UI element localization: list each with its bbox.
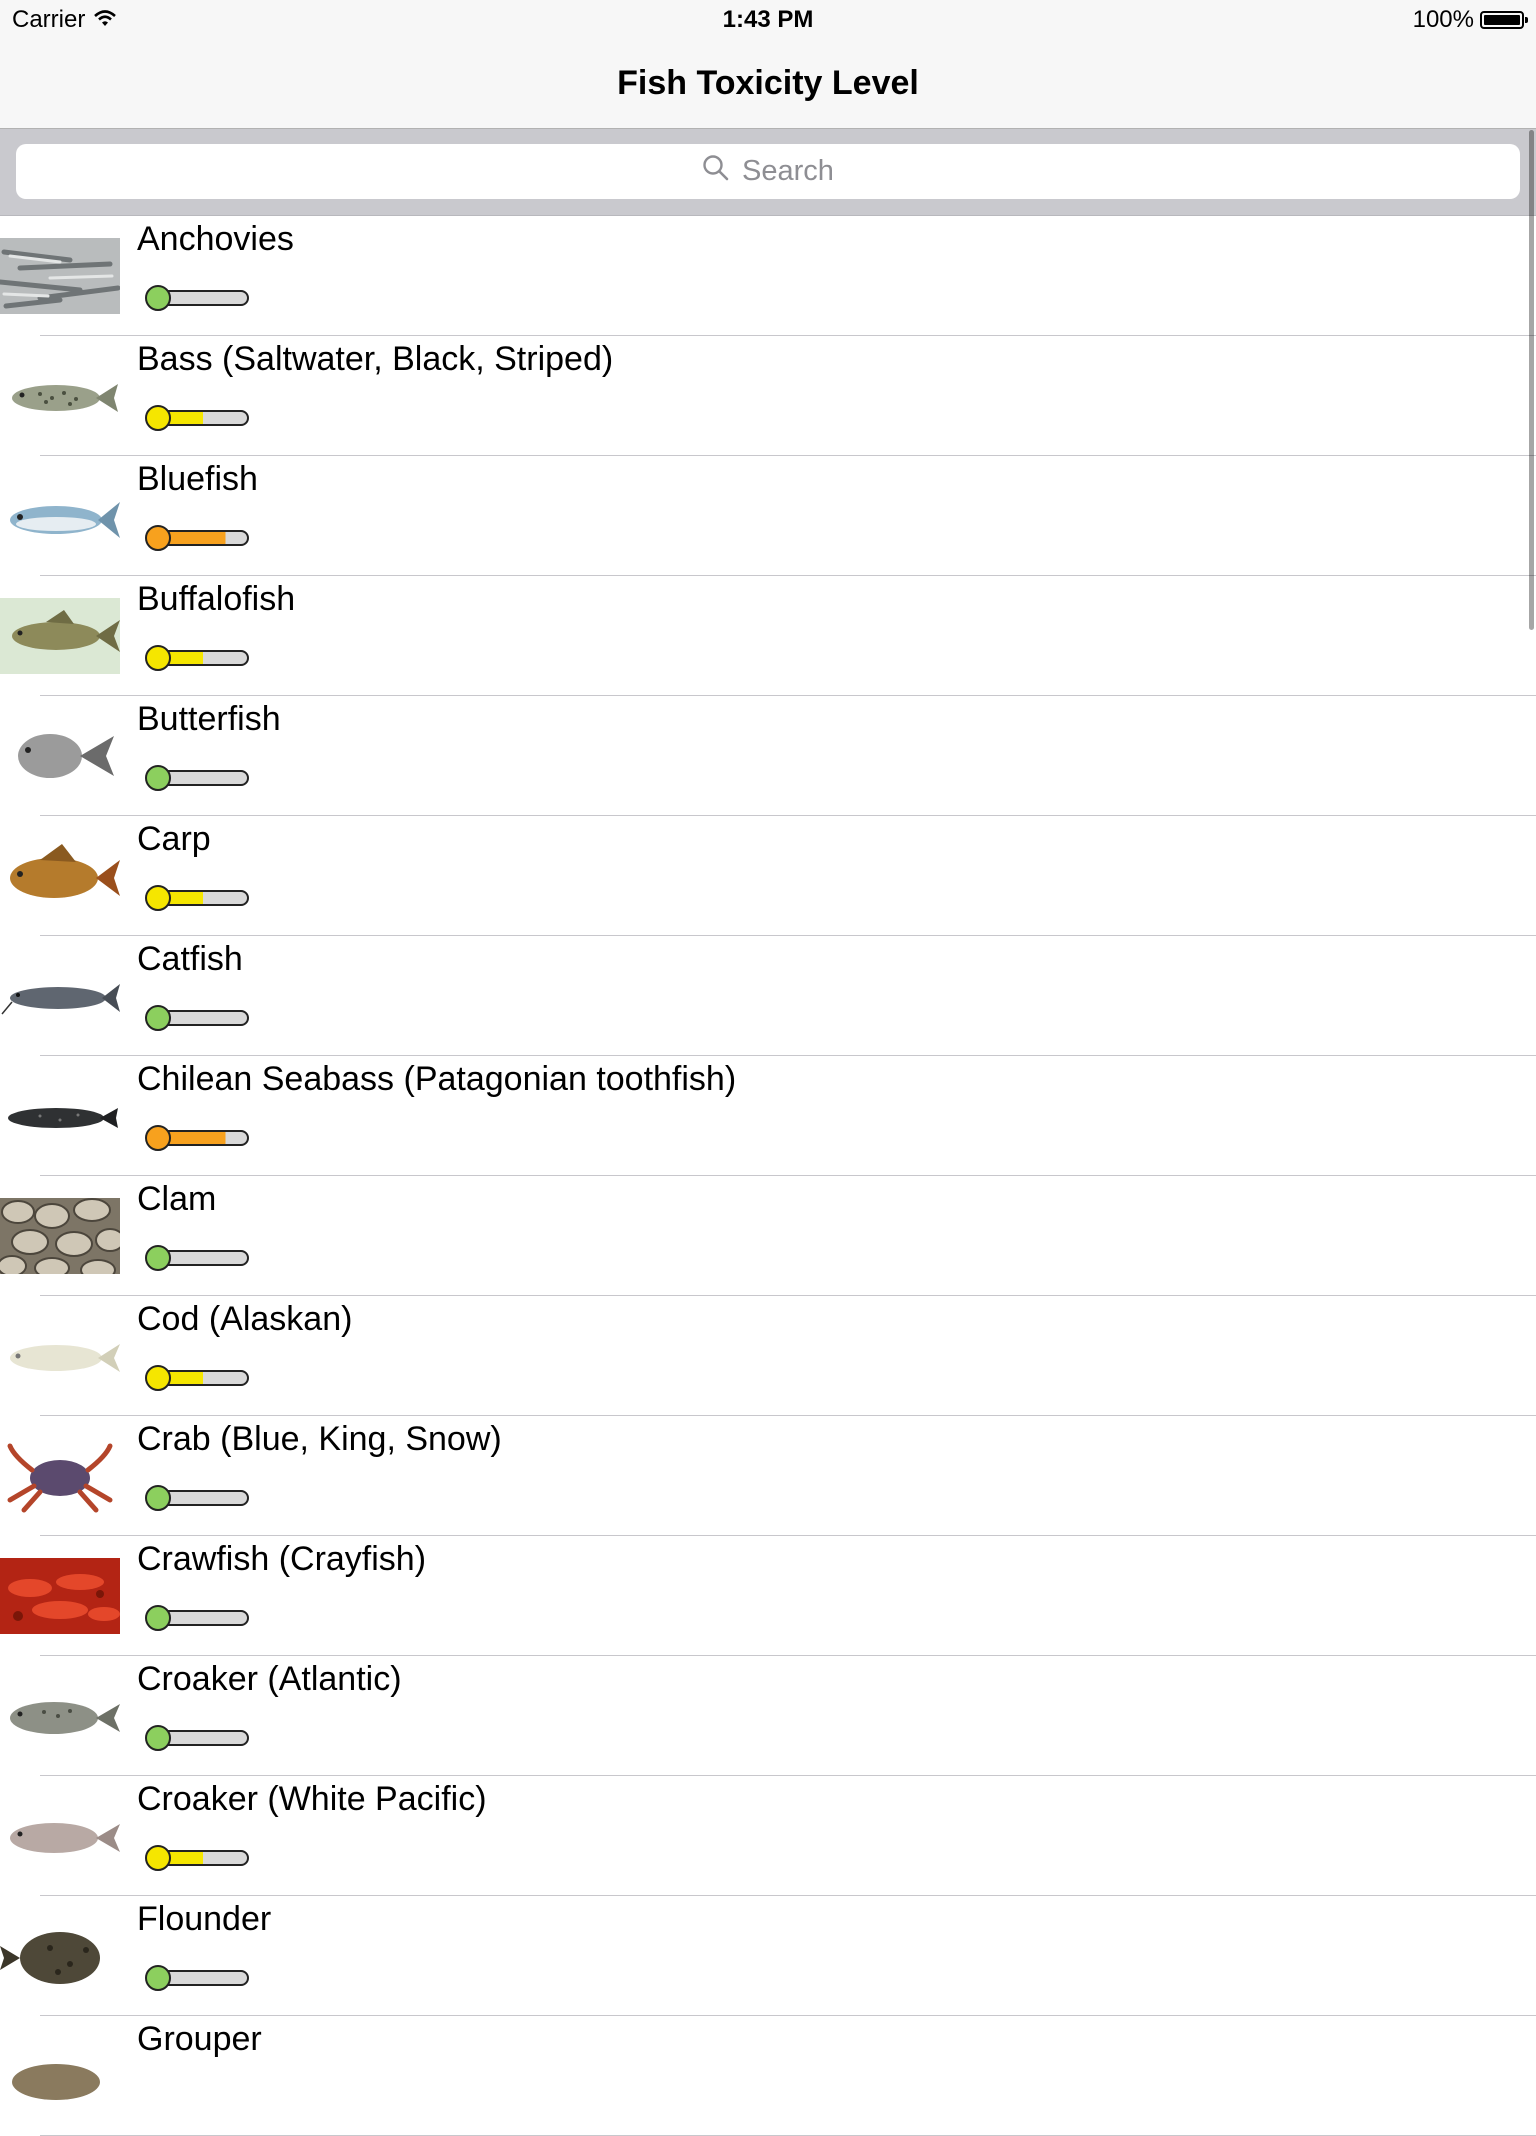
list-item[interactable]: Croaker (White Pacific) [0, 1776, 1536, 1896]
toxicity-thermometer-icon [144, 763, 250, 793]
toxicity-thermometer-icon [144, 523, 250, 553]
list-item[interactable]: Cod (Alaskan) [0, 1296, 1536, 1416]
toxicity-thermometer-icon [144, 1243, 250, 1273]
fish-name: Carp [137, 820, 211, 858]
toxicity-thermometer-icon [144, 1363, 250, 1393]
fish-thumbnail [0, 958, 120, 1034]
fish-name: Anchovies [137, 220, 294, 258]
list-item[interactable]: Flounder [0, 1896, 1536, 2016]
list-item[interactable]: Carp [0, 816, 1536, 936]
toxicity-thermometer-icon [144, 1723, 250, 1753]
fish-thumbnail [0, 1078, 120, 1154]
toxicity-thermometer-icon [144, 1123, 250, 1153]
toxicity-thermometer-icon [144, 1843, 250, 1873]
fish-name: Grouper [137, 2020, 262, 2058]
fish-thumbnail [0, 1198, 120, 1274]
battery-percent: 100% [1412, 6, 1474, 33]
fish-thumbnail [0, 1678, 120, 1754]
list-item[interactable]: Bluefish [0, 456, 1536, 576]
scroll-indicator[interactable] [1529, 130, 1534, 630]
fish-thumbnail [0, 1438, 120, 1514]
toxicity-thermometer-icon [144, 403, 250, 433]
fish-thumbnail [0, 2038, 120, 2114]
fish-name: Bluefish [137, 460, 258, 498]
fish-thumbnail [0, 598, 120, 674]
battery-icon [1480, 11, 1528, 29]
fish-name: Crab (Blue, King, Snow) [137, 1420, 502, 1458]
fish-thumbnail [0, 1318, 120, 1394]
fish-name: Butterfish [137, 700, 281, 738]
fish-name: Flounder [137, 1900, 272, 1938]
fish-thumbnail [0, 358, 120, 434]
search-icon [702, 154, 730, 190]
fish-name: Cod (Alaskan) [137, 1300, 353, 1338]
toxicity-thermometer-icon [144, 1483, 250, 1513]
toxicity-thermometer-icon [144, 883, 250, 913]
battery-indicator: 100% [1412, 6, 1528, 34]
status-time: 1:43 PM [722, 6, 814, 33]
list-item[interactable]: Chilean Seabass (Patagonian toothfish) [0, 1056, 1536, 1176]
fish-thumbnail [0, 478, 120, 554]
fish-thumbnail [0, 1918, 120, 1994]
fish-thumbnail [0, 238, 120, 314]
fish-name: Crawfish (Crayfish) [137, 1540, 427, 1578]
fish-name: Bass (Saltwater, Black, Striped) [137, 340, 614, 378]
fish-thumbnail [0, 838, 120, 914]
list-item[interactable]: Croaker (Atlantic) [0, 1656, 1536, 1776]
fish-thumbnail [0, 718, 120, 794]
list-item[interactable]: Grouper [0, 2016, 1536, 2136]
search-bar: Search [0, 129, 1536, 216]
list-item[interactable]: Bass (Saltwater, Black, Striped) [0, 336, 1536, 456]
list-item[interactable]: Butterfish [0, 696, 1536, 816]
fish-name: Buffalofish [137, 580, 296, 618]
fish-name: Croaker (White Pacific) [137, 1780, 487, 1818]
status-bar: Carrier 1:43 PM 100% [0, 0, 1536, 40]
fish-name: Chilean Seabass (Patagonian toothfish) [137, 1060, 737, 1098]
fish-thumbnail [0, 1798, 120, 1874]
toxicity-thermometer-icon [144, 283, 250, 313]
list-item[interactable]: Anchovies [0, 216, 1536, 336]
navigation-bar: Fish Toxicity Level [0, 40, 1536, 129]
page-title: Fish Toxicity Level [617, 64, 919, 102]
list-item[interactable]: Crab (Blue, King, Snow) [0, 1416, 1536, 1536]
fish-name: Croaker (Atlantic) [137, 1660, 402, 1698]
toxicity-thermometer-icon [144, 1963, 250, 1993]
toxicity-thermometer-icon [144, 643, 250, 673]
fish-list: Anchovies Bass (Saltwater, Black, Striped… [0, 216, 1536, 2136]
toxicity-thermometer-icon [144, 1603, 250, 1633]
search-placeholder: Search [742, 155, 834, 187]
fish-name: Catfish [137, 940, 243, 978]
search-input[interactable]: Search [16, 144, 1520, 199]
list-item[interactable]: Buffalofish [0, 576, 1536, 696]
fish-thumbnail [0, 1558, 120, 1634]
toxicity-thermometer-icon [144, 1003, 250, 1033]
list-item[interactable]: Clam [0, 1176, 1536, 1296]
list-item[interactable]: Crawfish (Crayfish) [0, 1536, 1536, 1656]
list-item[interactable]: Catfish [0, 936, 1536, 1056]
fish-name: Clam [137, 1180, 217, 1218]
